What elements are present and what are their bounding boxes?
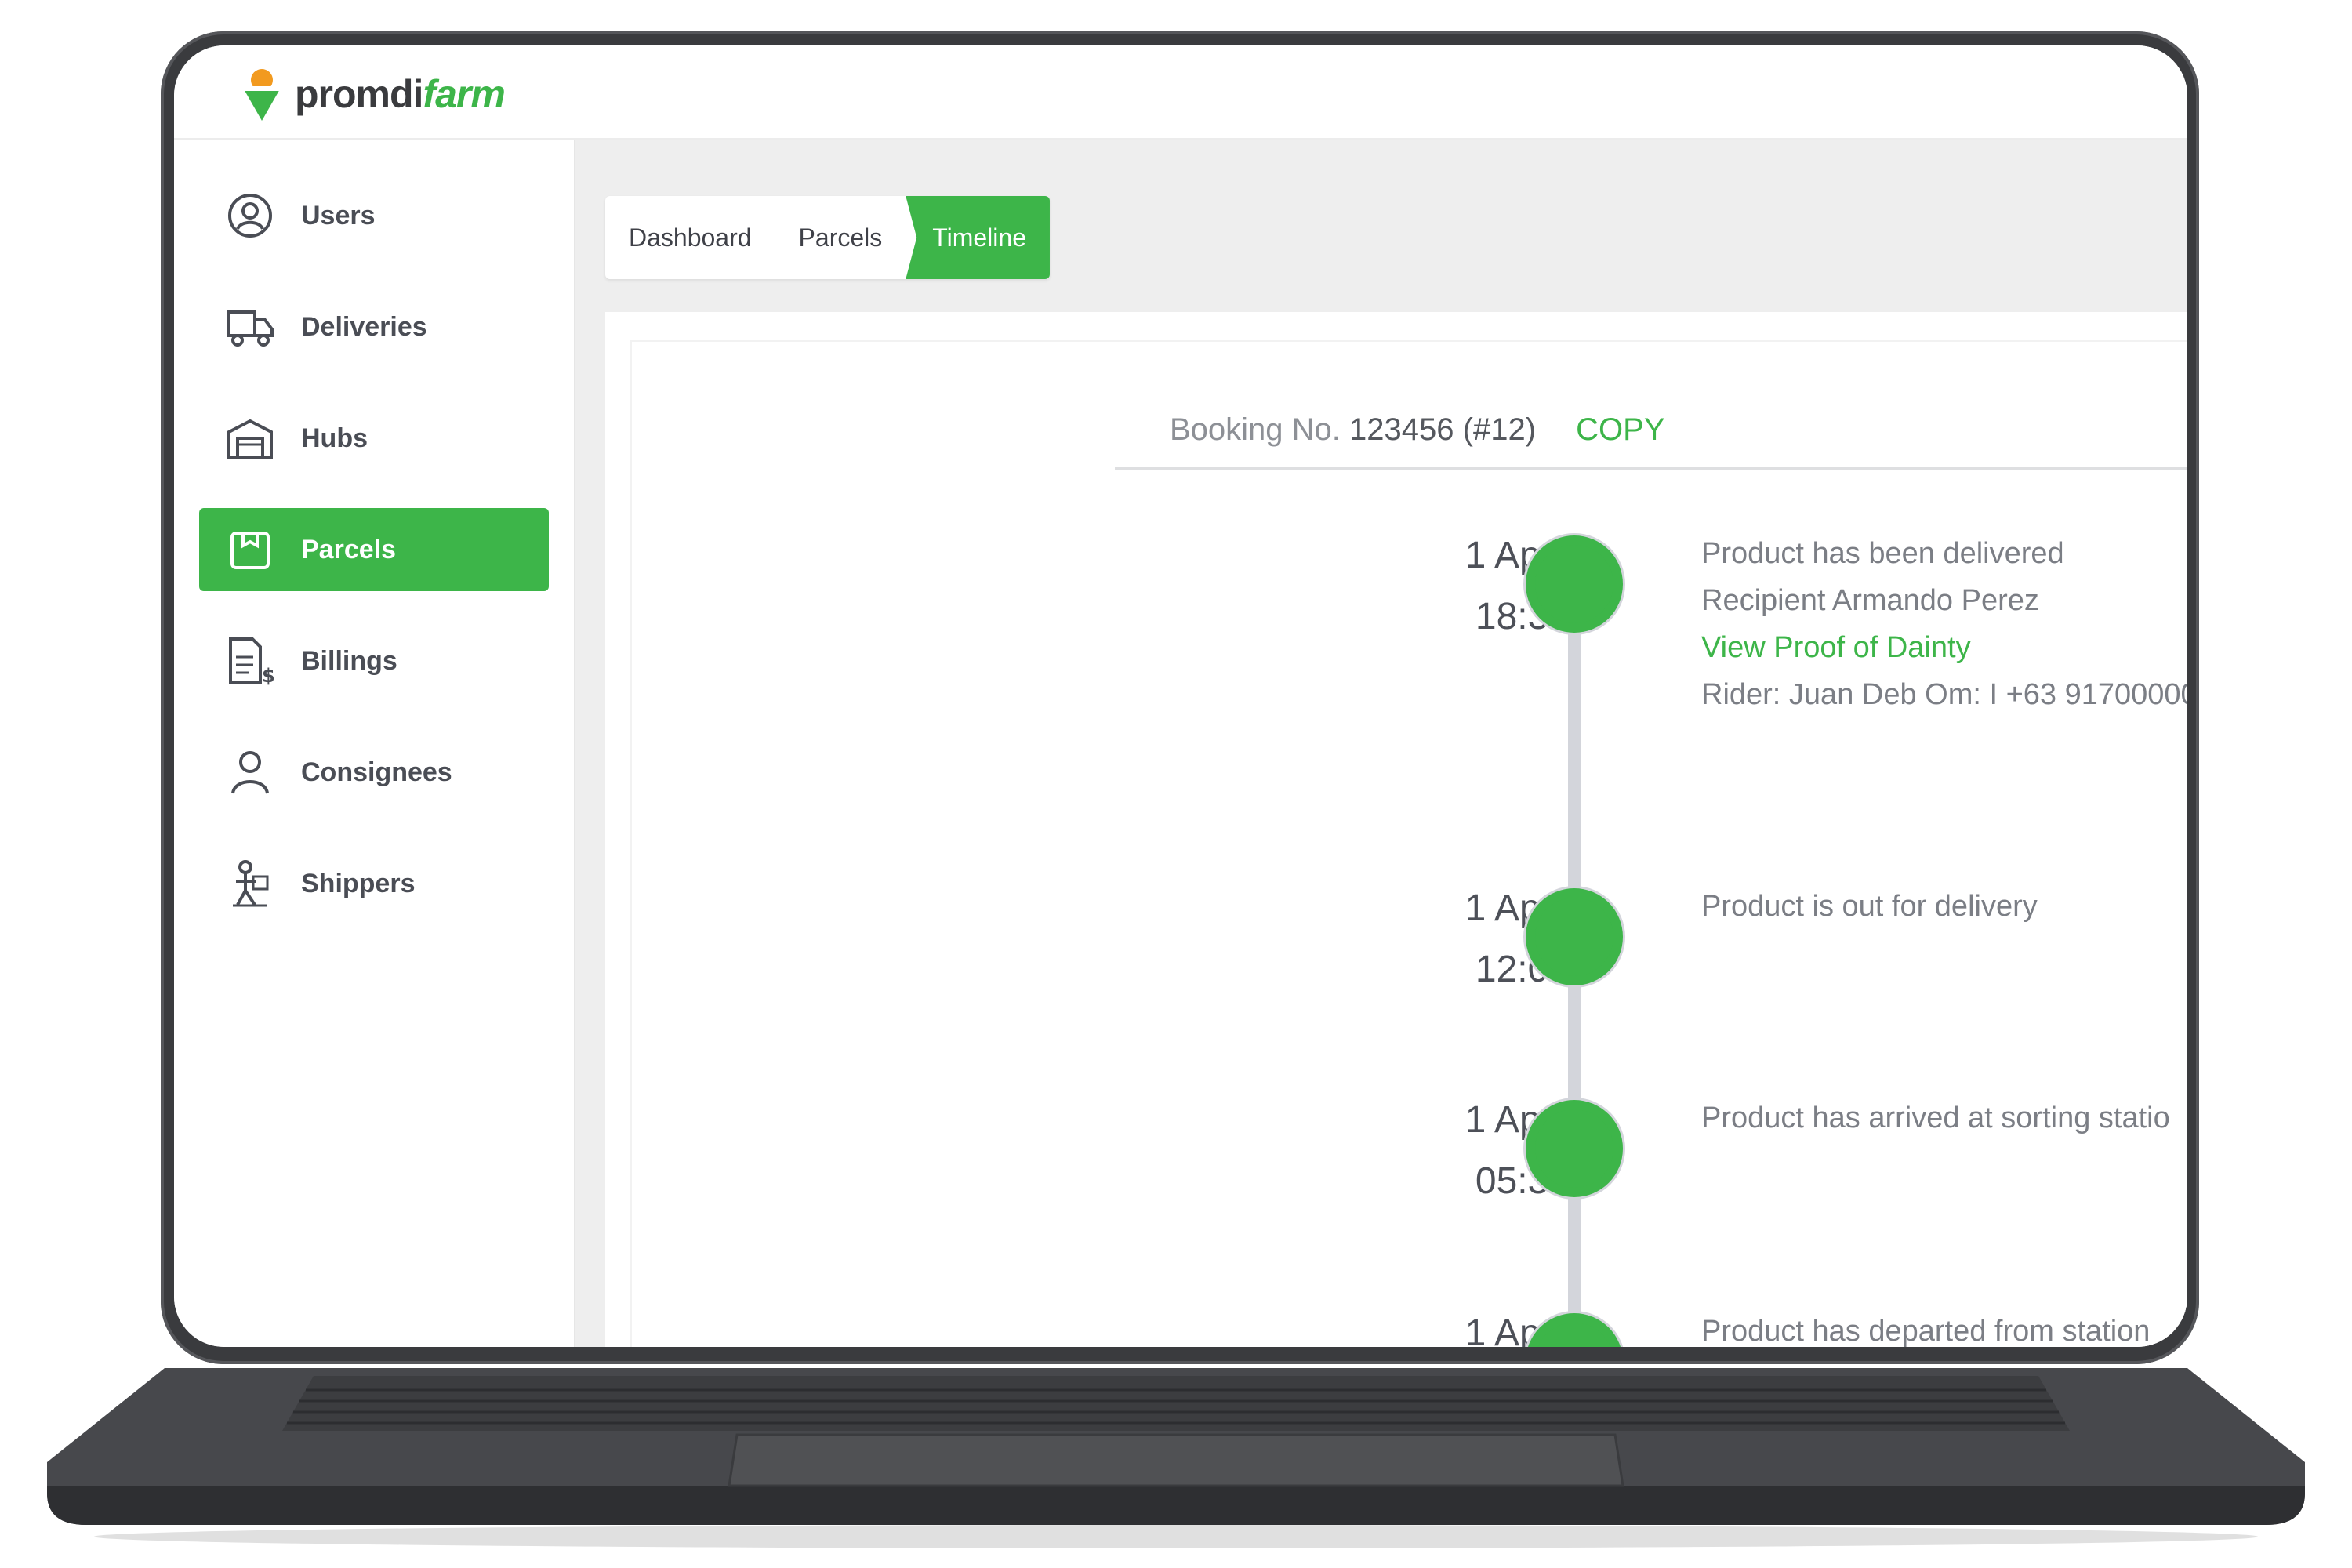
event-details: Product has departed from station xyxy=(1701,1308,2187,1347)
booking-number: 123456 (#12) xyxy=(1349,412,1537,447)
event-status: Product has departed from station xyxy=(1701,1315,2151,1347)
event-status: Product is out for delivery xyxy=(1701,890,2038,923)
sidebar-item-hubs[interactable]: Hubs xyxy=(199,397,549,480)
brand-logo[interactable]: promdifarm xyxy=(240,63,506,125)
sidebar-item-label: Deliveries xyxy=(301,311,427,342)
event-rider: Rider: Juan Deb Om: I +63 91700000 xyxy=(1701,678,2187,711)
breadcrumb-parcels[interactable]: Parcels xyxy=(775,196,906,279)
event-details: Product is out for delivery xyxy=(1701,883,2187,930)
sidebar-item-label: Hubs xyxy=(301,423,368,453)
parcel-icon xyxy=(226,525,274,574)
event-status: Product has arrived at sorting statio xyxy=(1701,1102,2170,1134)
brand-logo-icon xyxy=(243,69,281,121)
laptop-base xyxy=(47,1360,2305,1533)
sidebar-item-users[interactable]: Users xyxy=(199,174,549,257)
booking-label: Booking No. xyxy=(1170,412,1341,447)
sidebar-item-label: Shippers xyxy=(301,868,416,898)
sidebar-item-label: Consignees xyxy=(301,757,452,787)
sidebar-item-billings[interactable]: $ Billings xyxy=(199,619,549,702)
event-dot xyxy=(1526,1100,1623,1197)
sidebar-item-label: Billings xyxy=(301,645,397,676)
event-dot xyxy=(1526,535,1623,633)
sidebar-item-shippers[interactable]: Shippers xyxy=(199,842,549,925)
sidebar-item-label: Parcels xyxy=(301,534,396,564)
booking-header: Booking No. 123456 (#12) COPY xyxy=(1170,412,1665,448)
event-details: Product has been delivered Recipient Arm… xyxy=(1701,530,2187,718)
event-status: Product has been delivered xyxy=(1701,537,2064,570)
sidebar-item-consignees[interactable]: Consignees xyxy=(199,731,549,814)
invoice-icon: $ xyxy=(226,637,274,685)
breadcrumb-timeline[interactable]: Timeline xyxy=(906,196,1050,279)
copy-button[interactable]: COPY xyxy=(1576,412,1664,447)
truck-icon xyxy=(226,303,274,351)
proof-link[interactable]: View Proof of Dainty xyxy=(1701,624,2187,671)
top-bar: promdifarm xyxy=(174,45,2187,140)
laptop-screen: promdifarm Users Deliveries Hubs Parcels… xyxy=(174,45,2187,1347)
event-details: Product has arrived at sorting statio xyxy=(1701,1094,2187,1142)
sidebar-item-label: Users xyxy=(301,200,376,230)
brand-name: promdifarm xyxy=(295,72,506,116)
shipper-icon xyxy=(226,859,274,908)
warehouse-icon xyxy=(226,414,274,463)
person-icon xyxy=(226,748,274,797)
user-circle-icon xyxy=(226,191,274,240)
breadcrumb: Dashboard Parcels Timeline xyxy=(605,196,1050,279)
sidebar-item-parcels[interactable]: Parcels xyxy=(199,508,549,591)
event-dot xyxy=(1526,888,1623,985)
event-recipient: Recipient Armando Perez xyxy=(1701,584,2039,617)
sidebar: Users Deliveries Hubs Parcels $ Billings xyxy=(174,140,575,1347)
booking-divider xyxy=(1115,467,2187,470)
svg-text:$: $ xyxy=(262,665,274,685)
breadcrumb-dashboard[interactable]: Dashboard xyxy=(605,196,775,279)
sidebar-item-deliveries[interactable]: Deliveries xyxy=(199,285,549,368)
